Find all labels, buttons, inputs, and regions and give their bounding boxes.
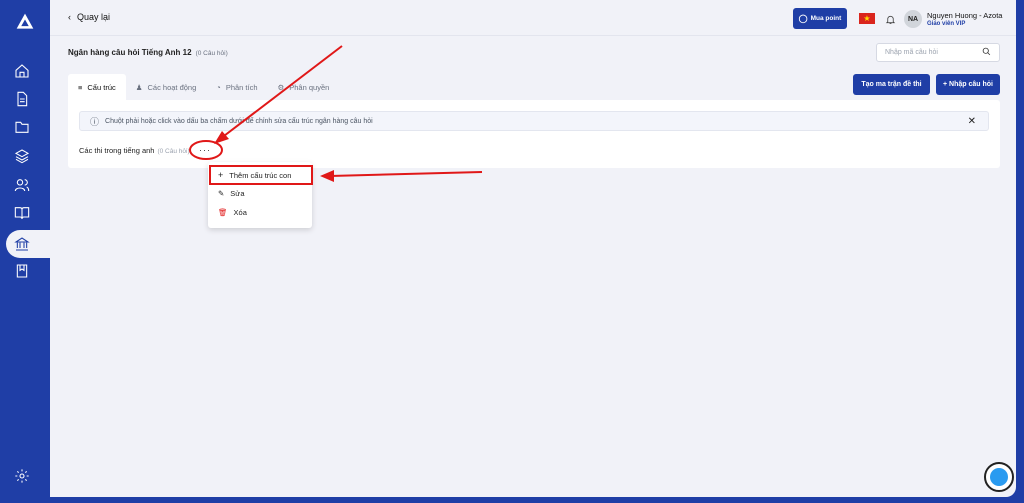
pencil-icon: ✎: [218, 189, 225, 198]
users-icon: ♟: [135, 82, 143, 92]
import-questions-button[interactable]: + Nhập câu hỏi: [936, 74, 1000, 95]
info-icon: ⓘ: [90, 116, 100, 127]
vietnam-flag-icon[interactable]: ★: [859, 13, 875, 24]
layers-icon[interactable]: [12, 146, 32, 166]
sidebar: [0, 0, 56, 503]
tab-label: Các hoạt động: [147, 82, 197, 92]
bank-icon[interactable]: [12, 234, 32, 254]
avatar[interactable]: NA: [904, 10, 922, 28]
settings-icon[interactable]: [12, 466, 32, 486]
back-label: Quay lại: [77, 12, 111, 22]
buy-point-button[interactable]: ◯ Mua point: [793, 8, 847, 29]
page-title: Ngân hàng câu hỏi Tiếng Anh 12 (0 Câu hỏi…: [68, 48, 228, 57]
tab-label: Cấu trúc: [87, 82, 116, 92]
node-label: Các thi trong tiếng anh: [79, 146, 155, 155]
book-icon[interactable]: [12, 203, 32, 223]
menu-item-edit[interactable]: ✎ Sửa: [218, 189, 245, 198]
chevron-left-icon: ‹: [68, 12, 71, 22]
tab-permissions[interactable]: ⚙ Phân quyền: [268, 74, 340, 100]
tab-bar: ≡ Cấu trúc ♟ Các hoạt động ◔ Phân tích ⚙…: [68, 74, 339, 100]
user-role: Giáo viên VIP: [927, 21, 966, 27]
gear-icon: ⚙: [277, 82, 285, 92]
info-notice: ⓘ Chuột phải hoặc click vào dấu ba chấm …: [79, 111, 989, 131]
menu-item-delete[interactable]: 🗑 Xóa: [218, 208, 247, 217]
search-placeholder: Nhập mã câu hỏi: [885, 49, 938, 56]
tab-label: Phân tích: [225, 82, 258, 92]
notice-text: Chuột phải hoặc click vào dấu ba chấm dư…: [105, 117, 373, 125]
node-question-count: (0 Câu hỏi): [157, 148, 190, 155]
bank-title-text: Ngân hàng câu hỏi Tiếng Anh 12: [68, 48, 192, 57]
folder-icon[interactable]: [12, 117, 32, 137]
search-input[interactable]: Nhập mã câu hỏi: [876, 43, 1000, 62]
coins-icon: ◯: [798, 14, 808, 23]
search-icon[interactable]: [982, 47, 991, 58]
buy-point-label: Mua point: [810, 15, 842, 22]
logo-icon[interactable]: [13, 10, 37, 34]
trash-icon: 🗑: [218, 208, 228, 217]
tab-analysis[interactable]: ◔ Phân tích: [206, 74, 267, 100]
main-content: ‹ Quay lại ◯ Mua point ★ NA Nguyen Huong…: [50, 0, 1016, 497]
bell-icon[interactable]: [885, 12, 896, 30]
create-matrix-button[interactable]: Tạo ma trận đề thi: [853, 74, 930, 95]
highlight-box: [209, 165, 313, 185]
back-link[interactable]: ‹ Quay lại: [68, 12, 110, 22]
structure-node[interactable]: Các thi trong tiếng anh (0 Câu hỏi): [79, 146, 190, 155]
home-icon[interactable]: [12, 61, 32, 81]
structure-panel: ⓘ Chuột phải hoặc click vào dấu ba chấm …: [68, 100, 1000, 168]
bookmark-icon[interactable]: [12, 261, 32, 281]
more-options-icon[interactable]: ···: [199, 145, 211, 155]
user-name[interactable]: Nguyen Huong - Azota: [927, 11, 1002, 20]
menu-item-label: Xóa: [233, 208, 247, 217]
chart-pie-icon: ◔: [216, 82, 221, 92]
users-icon[interactable]: [12, 175, 32, 195]
bank-question-count: (0 Câu hỏi): [195, 50, 228, 57]
close-icon[interactable]: ✕: [968, 116, 976, 127]
document-icon[interactable]: [12, 89, 32, 109]
list-icon: ≡: [78, 82, 83, 92]
tab-activities[interactable]: ♟ Các hoạt động: [126, 74, 207, 100]
tab-structure[interactable]: ≡ Cấu trúc: [68, 74, 126, 100]
tab-label: Phân quyền: [289, 82, 330, 92]
menu-item-label: Sửa: [230, 189, 245, 198]
help-chat-icon[interactable]: [984, 462, 1014, 492]
topbar: ‹ Quay lại ◯ Mua point ★ NA Nguyen Huong…: [50, 0, 1016, 36]
